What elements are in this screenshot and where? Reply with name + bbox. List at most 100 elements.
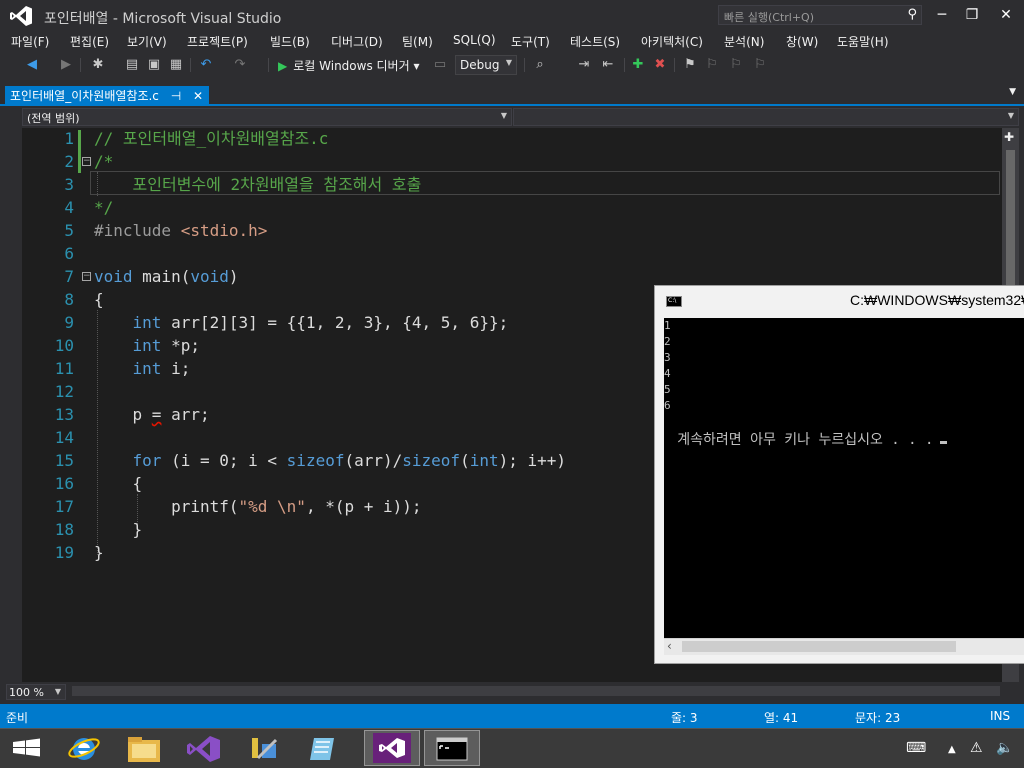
taskbar-file-explorer[interactable] [116,730,172,766]
title-bar: 포인터배열 - Microsoft Visual Studio 빠른 실행(Ct… [0,0,1024,30]
menu-sql[interactable]: SQL(Q) [453,33,496,47]
taskbar-visual-studio[interactable] [176,730,232,766]
show-hidden-icons-icon[interactable]: ▲ [948,744,956,755]
menu-test[interactable]: 테스트(S) [570,33,620,50]
menu-view[interactable]: 보기(V) [127,33,167,50]
code-line: } [94,520,143,539]
chevron-down-icon: ▼ [54,687,61,696]
menu-analyze[interactable]: 분석(N) [724,33,764,50]
member-dropdown[interactable]: ▼ [513,108,1019,126]
undo-icon[interactable]: ↶ [198,57,214,73]
code-line: void main(void) [94,267,239,286]
tab-active-document[interactable]: 포인터배열_이차원배열참조.c ⊣ ✕ [5,86,210,104]
change-tracking-bar [78,130,81,173]
attach-icon[interactable]: ▭ [432,57,448,73]
uncomment-icon[interactable]: ✖ [652,57,668,73]
scope-dropdown[interactable]: (전역 범위) ▼ [22,108,512,126]
toolbar-separator [268,58,269,72]
volume-icon[interactable]: 🔈 [996,740,1013,756]
horizontal-scrollbar[interactable] [72,686,1000,696]
code-line: */ [94,198,114,217]
redo-icon[interactable]: ↷ [232,57,248,73]
clear-bookmarks-icon[interactable]: ⚐ [752,57,768,73]
find-in-files-icon[interactable]: ⌕ [532,57,548,73]
taskbar-editor-app[interactable] [296,730,352,766]
menu-build[interactable]: 빌드(B) [270,33,310,50]
chevron-down-icon: ▼ [505,58,512,67]
network-icon[interactable]: ⚠ [970,740,983,756]
keyboard-icon[interactable]: ⌨ [906,740,926,756]
zoom-dropdown[interactable]: 100 % ▼ [6,684,66,700]
taskbar-tools-app[interactable] [236,730,292,766]
start-debugging-button[interactable]: ▶ 로컬 Windows 디버거 ▾ [278,57,419,74]
start-button[interactable] [0,730,56,766]
line-number: 5 [64,221,74,240]
console-output-line: 2 [664,335,671,348]
line-number: 1 [64,129,74,148]
console-output-area[interactable] [664,318,1024,638]
console-app-icon: C:\ [666,296,682,307]
taskbar-visual-studio-active[interactable] [364,730,420,766]
back-icon[interactable]: ◀ [24,57,40,73]
line-number: 7 [64,267,74,286]
comment-icon[interactable]: ✚ [630,57,646,73]
visual-studio-icon [187,736,220,762]
menu-file[interactable]: 파일(F) [11,33,49,50]
menu-help[interactable]: 도움말(H) [837,33,889,50]
collapse-function-icon[interactable]: − [82,272,91,281]
line-number: 4 [64,198,74,217]
line-number: 12 [54,382,74,401]
menu-window[interactable]: 창(W) [786,33,818,50]
command-prompt-icon [436,737,468,761]
outdent-icon[interactable]: ⇤ [600,57,616,73]
visual-studio-logo-icon [10,6,32,26]
visual-studio-icon [373,733,411,763]
vertical-scrollbar-thumb[interactable] [1006,150,1015,285]
open-file-icon[interactable]: ▤ [124,57,140,73]
tab-overflow-dropdown-icon[interactable]: ▼ [1009,87,1016,97]
close-tab-icon[interactable]: ✕ [193,89,203,103]
menu-project[interactable]: 프로젝트(P) [187,33,248,50]
save-icon[interactable]: ▣ [146,57,162,73]
status-insert-mode: INS [990,709,1011,723]
taskbar-console[interactable] [424,730,480,766]
line-number: 15 [54,451,74,470]
menu-team[interactable]: 팀(M) [402,33,433,50]
forward-icon[interactable]: ▶ [58,57,74,73]
search-icon[interactable]: ⚲ [907,7,917,22]
line-number: 6 [64,244,74,263]
notepad-icon [310,738,334,760]
next-bookmark-icon[interactable]: ⚐ [728,57,744,73]
indent-icon[interactable]: ⇥ [576,57,592,73]
console-scrollbar-thumb[interactable] [682,641,956,652]
console-prompt-text: 계속하려면 아무 키나 누르십시오 . . . [677,432,934,448]
split-window-icon[interactable]: ✚ [1004,130,1014,144]
restore-button[interactable]: ❐ [958,4,986,26]
menu-tools[interactable]: 도구(T) [511,33,550,50]
solution-configuration-select[interactable]: Debug ▼ [455,55,517,75]
console-output-line: 5 [664,383,671,396]
menu-bar: 파일(F) 편집(E) 보기(V) 프로젝트(P) 빌드(B) 디버그(D) 팀… [0,30,1024,52]
save-all-icon[interactable]: ▦ [168,57,184,73]
toolbar-separator [524,58,525,72]
close-button[interactable]: ✕ [992,4,1020,26]
prev-bookmark-icon[interactable]: ⚐ [704,57,720,73]
line-number: 17 [54,497,74,516]
menu-architecture[interactable]: 아키텍처(C) [641,33,703,50]
taskbar-internet-explorer[interactable] [56,730,112,766]
scope-value: (전역 범위) [27,112,80,125]
minimize-button[interactable]: ─ [928,4,956,26]
chevron-down-icon: ▼ [500,111,507,120]
new-project-icon[interactable]: ✱ [90,57,106,73]
scroll-left-icon[interactable]: ‹ [667,639,672,653]
bookmark-icon[interactable]: ⚑ [682,57,698,73]
quick-launch-input[interactable]: 빠른 실행(Ctrl+Q) ⚲ [718,5,922,25]
menu-debug[interactable]: 디버그(D) [331,33,383,50]
code-line: int *p; [132,336,200,355]
pin-icon[interactable]: ⊣ [171,89,181,103]
line-number: 2 [64,152,74,171]
menu-edit[interactable]: 편집(E) [70,33,109,50]
line-number: 9 [64,313,74,332]
collapse-comment-icon[interactable]: − [82,157,91,166]
code-line: printf("%d \n", *(p + i)); [94,497,422,516]
